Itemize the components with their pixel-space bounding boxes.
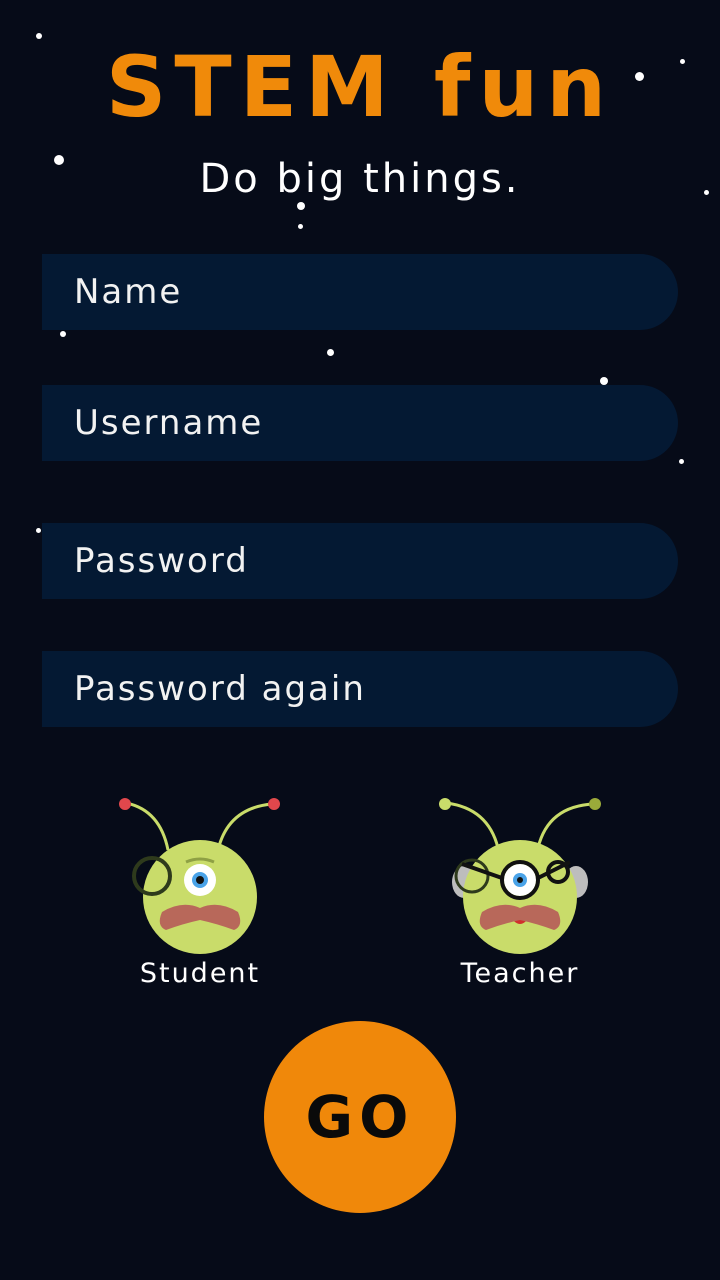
star-dot <box>298 224 303 229</box>
password-placeholder: Password <box>74 541 249 581</box>
star-dot <box>327 349 334 356</box>
password-again-field[interactable]: Password again <box>42 651 678 727</box>
star-dot <box>297 202 305 210</box>
go-button-label: GO <box>305 1083 415 1151</box>
star-dot <box>600 377 608 385</box>
teacher-role-option[interactable]: Teacher <box>410 790 630 1020</box>
username-placeholder: Username <box>74 403 264 443</box>
star-dot <box>679 459 684 464</box>
student-label: Student <box>139 958 261 989</box>
password-field[interactable]: Password <box>42 523 678 599</box>
app-title: STEM fun <box>105 38 615 136</box>
name-placeholder: Name <box>74 272 183 312</box>
name-field[interactable]: Name <box>42 254 678 330</box>
star-dot <box>36 528 41 533</box>
go-button[interactable]: GO <box>264 1021 456 1213</box>
password-again-placeholder: Password again <box>74 669 366 709</box>
star-dot <box>60 331 66 337</box>
student-alien-icon <box>119 798 280 954</box>
username-field[interactable]: Username <box>42 385 678 461</box>
student-role-option[interactable]: Student <box>90 790 310 1020</box>
app-tagline: Do big things. <box>199 156 521 202</box>
teacher-label: Teacher <box>460 958 580 989</box>
teacher-alien-icon <box>439 798 601 954</box>
